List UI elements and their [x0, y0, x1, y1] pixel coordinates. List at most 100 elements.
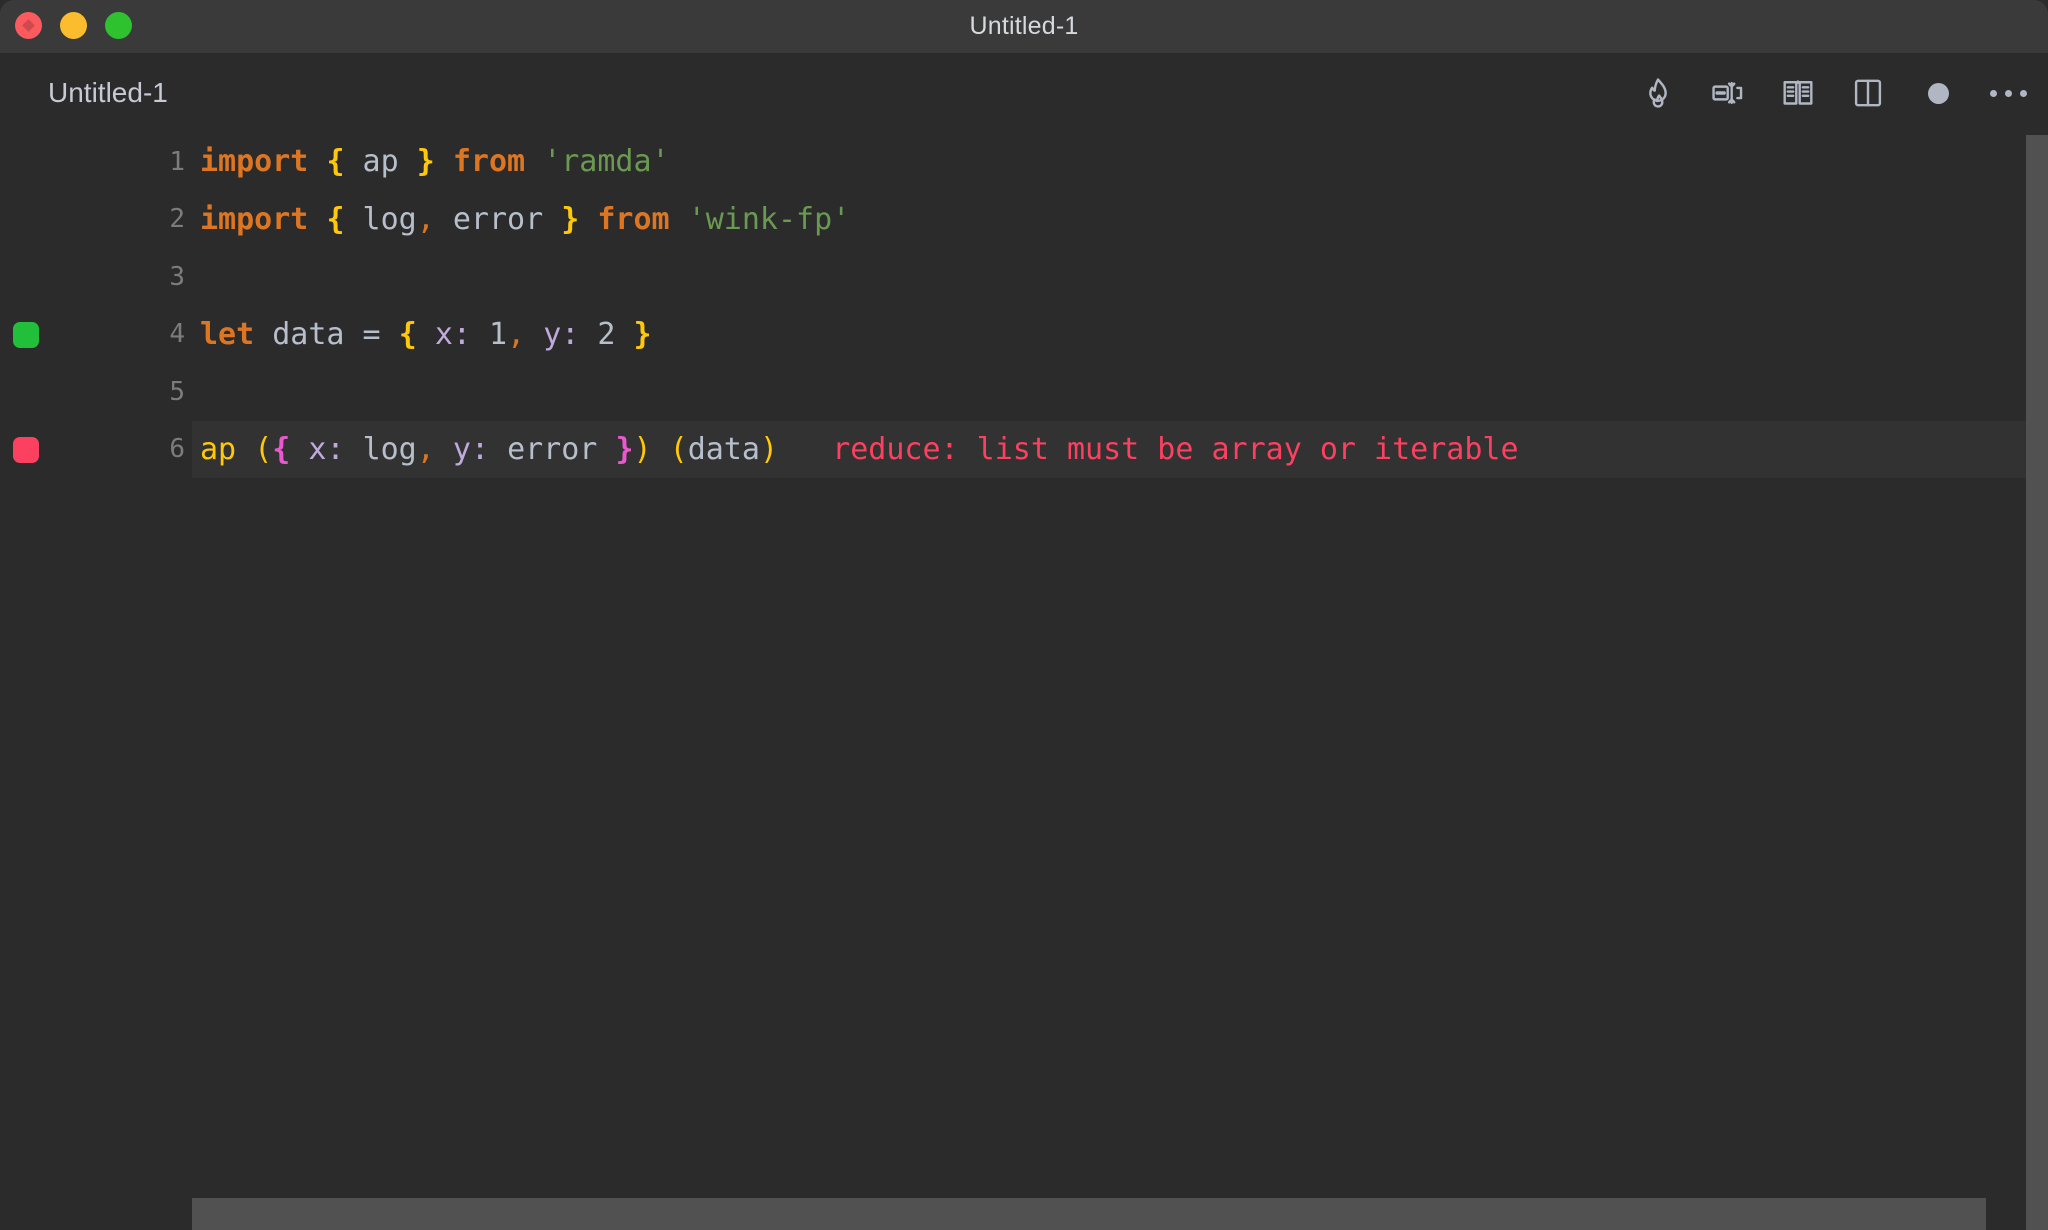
code-token: log	[344, 201, 417, 237]
code-line-row[interactable]: 3	[0, 248, 2048, 306]
gutter-error-marker-icon[interactable]	[13, 436, 39, 463]
code-token: :	[326, 431, 363, 467]
flame-icon[interactable]	[1640, 75, 1676, 111]
code-line-text[interactable]: import { ap } from 'ramda'	[192, 133, 2048, 191]
code-token: ,	[507, 316, 526, 352]
gutter-marker-cell	[0, 363, 60, 421]
code-token: ap	[200, 431, 237, 467]
code-token: }	[561, 201, 580, 237]
code-token: let	[200, 316, 255, 352]
code-editor[interactable]: 1 import { ap } from 'ramda' 2 import { log…	[0, 133, 2048, 1230]
code-token: x	[308, 431, 327, 467]
code-token: error	[507, 431, 598, 467]
vertical-scrollbar[interactable]	[2026, 135, 2048, 1230]
code-token: (	[254, 431, 273, 467]
code-line-text[interactable]: let data = { x: 1, y: 2 }	[192, 306, 2048, 364]
code-token: error	[434, 201, 562, 237]
code-token: {	[272, 431, 291, 467]
code-token: )	[759, 431, 778, 467]
tab-bar: Untitled-1	[0, 53, 2048, 133]
unsaved-dot-icon[interactable]	[1920, 75, 1956, 111]
code-token: 'wink-fp'	[687, 201, 851, 237]
code-token: y	[452, 431, 471, 467]
code-token: }	[633, 316, 652, 352]
horizontal-scrollbar[interactable]	[192, 1198, 1986, 1230]
code-token: 2	[597, 316, 616, 352]
code-token: }	[615, 431, 634, 467]
code-token: data	[272, 316, 345, 352]
code-line-row[interactable]: 5	[0, 363, 2048, 421]
split-editor-icon[interactable]	[1850, 75, 1886, 111]
code-token: {	[326, 144, 345, 179]
editor-toolbar	[1640, 53, 2027, 133]
code-token: )	[633, 431, 652, 467]
code-token: {	[398, 316, 417, 352]
gutter-marker-cell	[0, 133, 60, 191]
code-token: :	[561, 316, 598, 352]
line-number: 5	[169, 376, 185, 407]
open-book-icon[interactable]	[1780, 75, 1816, 111]
code-token: ,	[416, 201, 435, 237]
ellipsis-icon[interactable]	[1989, 75, 2027, 111]
code-line-text[interactable]	[192, 363, 2048, 421]
code-token: import	[200, 201, 309, 237]
code-token: from	[597, 201, 670, 237]
line-number: 1	[169, 146, 185, 177]
code-token: import	[200, 144, 309, 179]
code-line-row[interactable]: 6 ap ({ x: log, y: error }) (data) reduce…	[0, 420, 2048, 479]
code-lines: 1 import { ap } from 'ramda' 2 import { log…	[0, 133, 2048, 478]
code-line-text[interactable]: import { log, error } from 'wink-fp'	[192, 191, 2048, 249]
line-number: 6	[169, 434, 185, 465]
gutter-marker-cell	[0, 306, 60, 364]
code-token: :	[452, 316, 489, 352]
code-line-text[interactable]: ap ({ x: log, y: error }) (data) reduce:…	[192, 420, 2048, 478]
line-number: 2	[169, 204, 185, 235]
code-line-row[interactable]: 4 let data = { x: 1, y: 2 }	[0, 306, 2048, 364]
tab-untitled-1[interactable]: Untitled-1	[48, 53, 168, 133]
code-token: (	[669, 431, 688, 467]
line-number: 3	[169, 261, 185, 292]
format-text-icon[interactable]	[1710, 75, 1746, 111]
code-token: 'ramda'	[543, 144, 670, 179]
code-token: }	[416, 144, 435, 179]
code-token: y	[543, 316, 562, 352]
code-token: {	[326, 201, 345, 237]
code-token: ,	[416, 431, 435, 467]
inline-error-message: reduce: list must be array or iterable	[832, 431, 1519, 467]
gutter-marker-cell	[0, 248, 60, 306]
code-token: from	[452, 144, 526, 179]
title-bar: Untitled-1	[0, 0, 2048, 53]
code-token: log	[362, 431, 417, 467]
code-token: x	[434, 316, 453, 352]
code-token: :	[470, 431, 508, 467]
editor-window: Untitled-1 Untitled-1 1 import {ap} fr…	[0, 0, 2048, 1230]
gutter-marker-cell	[0, 421, 60, 479]
code-token: data	[687, 431, 760, 467]
gutter-marker-cell	[0, 191, 60, 249]
window-title: Untitled-1	[969, 12, 1079, 40]
code-token: 1	[489, 316, 508, 352]
gutter-ok-marker-icon[interactable]	[13, 321, 39, 348]
code-line-row[interactable]: 2 import { log, error } from 'wink-fp'	[0, 191, 2048, 249]
code-token: ap	[344, 144, 417, 179]
line-number: 4	[169, 319, 185, 350]
code-token: =	[344, 316, 399, 352]
code-line-row[interactable]: 1 import { ap } from 'ramda'	[0, 133, 2048, 191]
code-line-text[interactable]	[192, 248, 2048, 306]
